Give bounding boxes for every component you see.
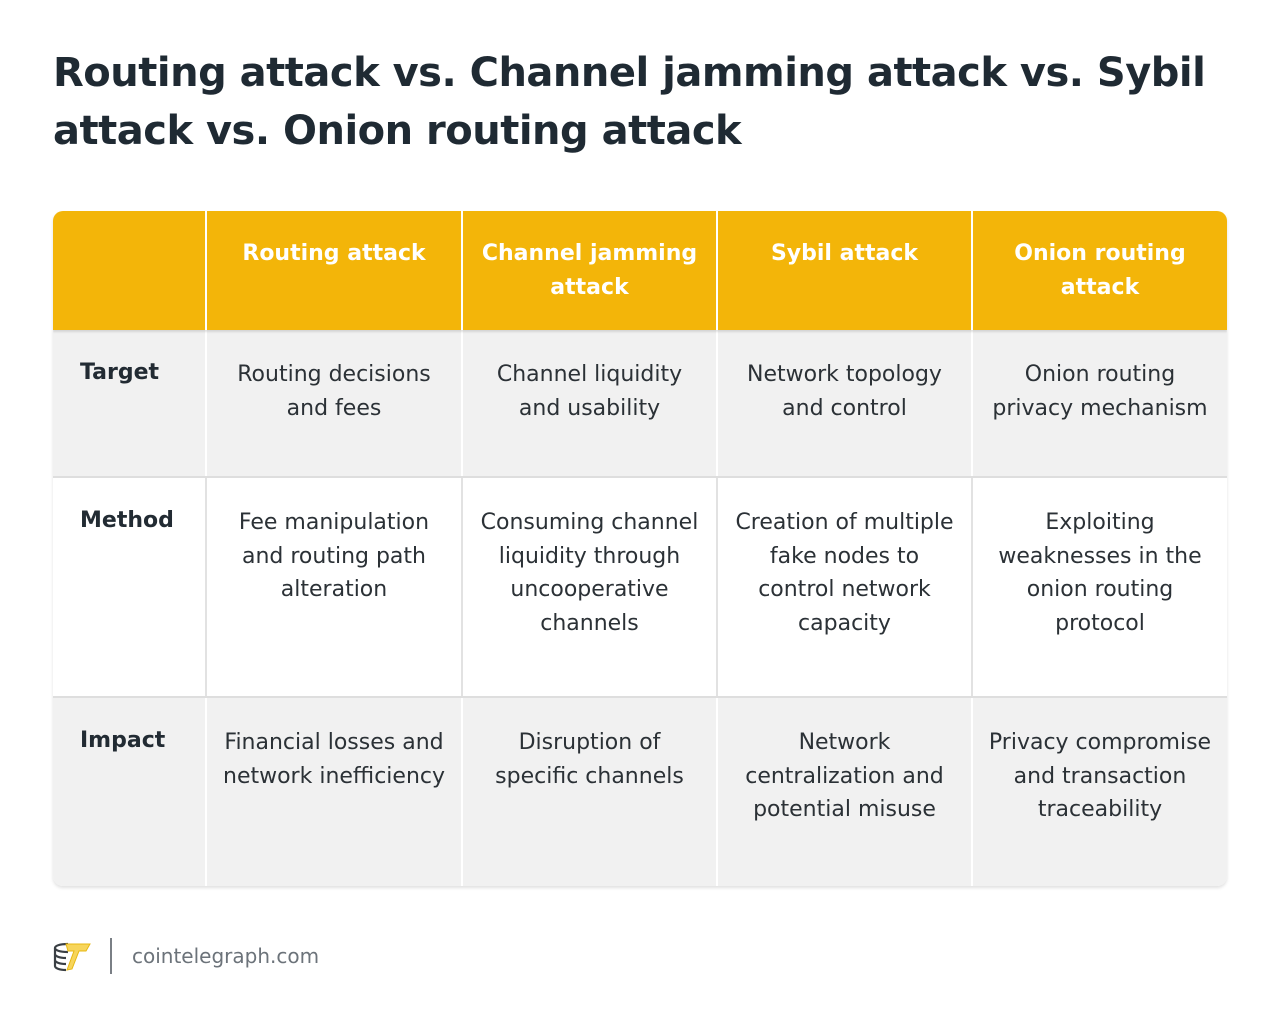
comparison-table: Routing attack Channel jamming attack Sy… [53, 211, 1227, 886]
table-cell: Onion routing privacy mechanism [992, 362, 1208, 421]
header-cell-sybil-attack: Sybil attack [718, 211, 973, 330]
cointelegraph-logo-icon [53, 942, 91, 972]
table-cell: Financial losses and network inefficienc… [207, 698, 463, 886]
table-cell: Privacy compromise and transaction trace… [988, 730, 1212, 822]
table-row-impact: Impact Financial losses and network inef… [53, 698, 1227, 886]
row-label: Impact [53, 698, 207, 886]
page-title: Routing attack vs. Channel jamming attac… [53, 50, 1206, 154]
header-cell-empty [53, 211, 207, 330]
footer: cointelegraph.com [52, 936, 319, 976]
table-cell: Consuming channel liquidity through unco… [463, 478, 718, 696]
table-cell: Exploiting weaknesses in the onion routi… [998, 510, 1202, 636]
header-cell-routing-attack: Routing attack [207, 211, 463, 330]
table-cell: Routing decisions and fees [207, 330, 463, 476]
site-name: cointelegraph.com [132, 944, 320, 968]
table-header-row: Routing attack Channel jamming attack Sy… [53, 211, 1227, 330]
table-row-method: Method Fee manipulation and routing path… [53, 478, 1227, 698]
table-cell: Creation of multiple fake nodes to contr… [718, 478, 973, 696]
header-cell-onion-routing-attack: Onion routing attack [1014, 241, 1186, 300]
row-label: Method [53, 478, 207, 696]
header-cell-channel-jamming-attack: Channel jamming attack [463, 211, 718, 330]
table-cell: Network topology and control [718, 330, 973, 476]
table-cell: Disruption of specific channels [463, 698, 718, 886]
table-cell: Network centralization and potential mis… [718, 698, 973, 886]
table-cell: Channel liquidity and usability [463, 330, 718, 476]
table-row-target: Target Routing decisions and fees Channe… [53, 330, 1227, 478]
table-cell: Fee manipulation and routing path altera… [207, 478, 463, 696]
footer-divider [110, 938, 112, 974]
row-label: Target [53, 330, 207, 476]
